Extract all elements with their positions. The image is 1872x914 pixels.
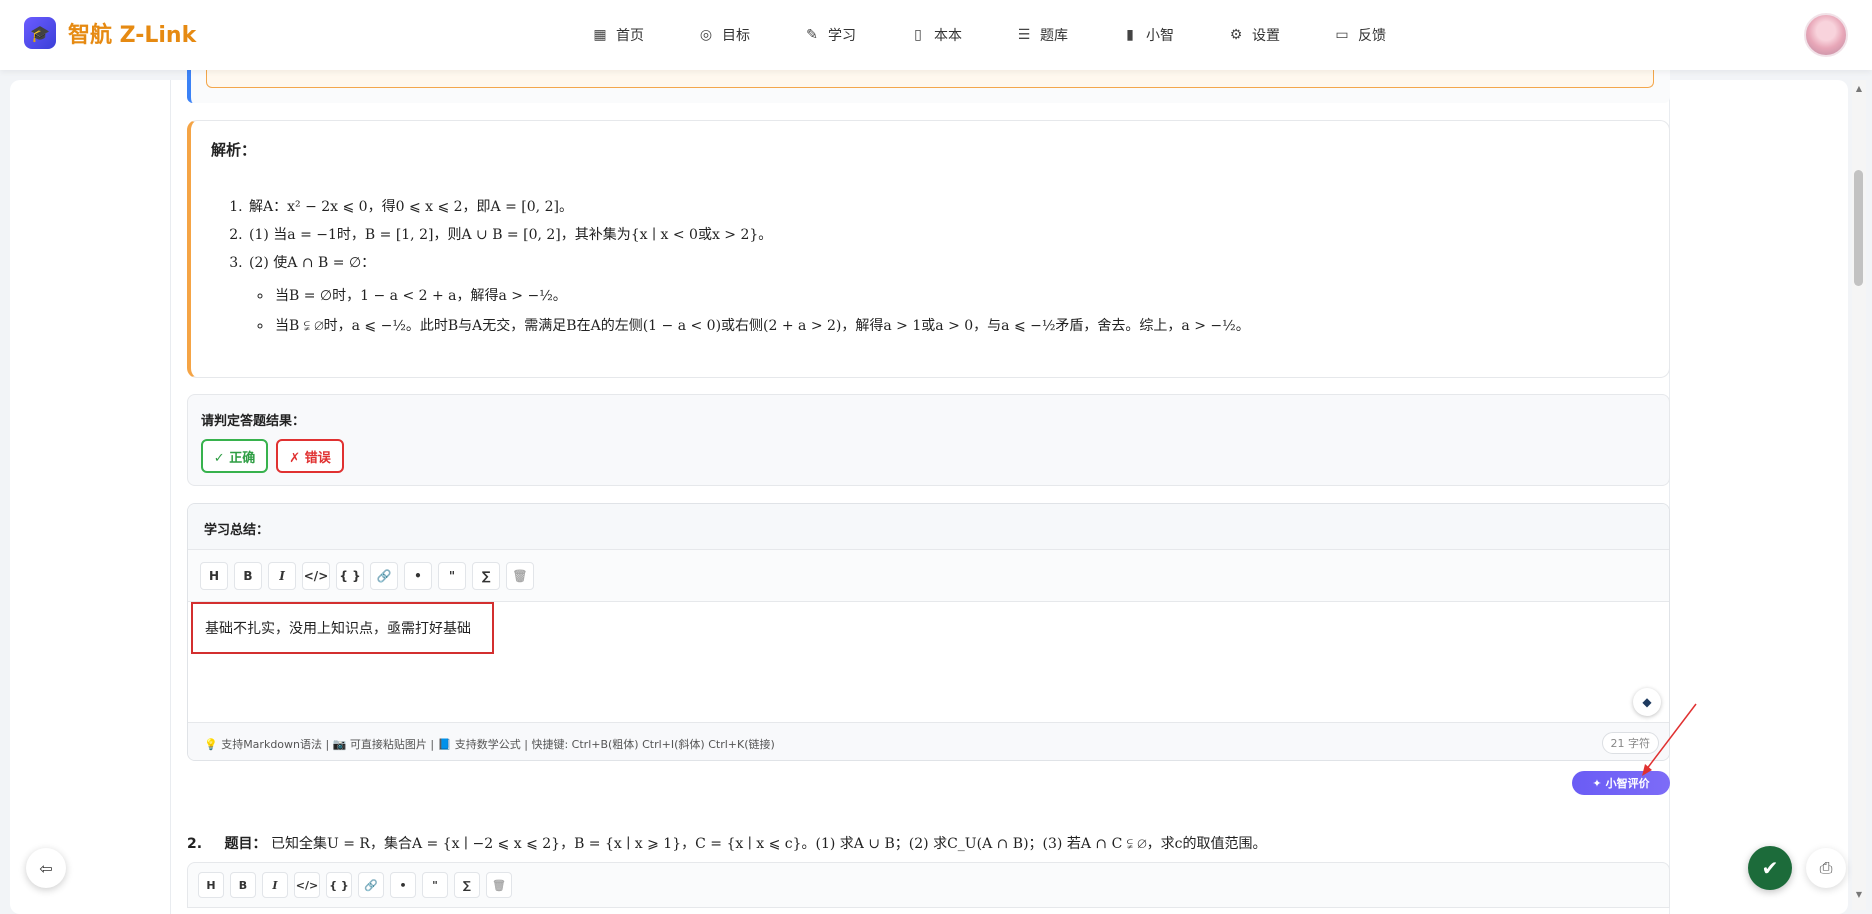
code-block-button[interactable]: { }: [336, 561, 364, 590]
summary-title: 学习总结：: [204, 523, 270, 538]
main-nav: ▦ 首页 ◎ 目标 ✎ 学习 ▯ 本本 ☰ 题库 ▮ 小智 ⚙ 设置 ▭ 反馈: [592, 0, 1440, 70]
formula-button[interactable]: ∑: [454, 872, 480, 898]
previous-answer-box: [206, 70, 1654, 88]
scroll-up-arrow-icon[interactable]: ▲: [1856, 84, 1862, 93]
print-icon[interactable]: ⎙: [1806, 848, 1846, 888]
nav-item-settings[interactable]: ⚙ 设置: [1228, 25, 1280, 45]
analysis-step: 解A：x² − 2x ⩽ 0，得0 ⩽ x ⩽ 2，即A = [0, 2]。: [247, 193, 1627, 221]
edit-icon: ✎: [806, 27, 818, 43]
nav-item-label: 设置: [1252, 28, 1280, 44]
quote-button[interactable]: ": [438, 561, 466, 590]
analysis-step: (2) 使A ∩ B = ∅： 当B = ∅时，1 − a < 2 + a，解得…: [247, 249, 1627, 341]
nav-item-label: 首页: [616, 28, 644, 44]
nav-item-label: 本本: [934, 28, 962, 44]
formula-button[interactable]: ∑: [472, 561, 500, 590]
analysis-substep: 当B = ∅时，1 − a < 2 + a，解得a > −½。: [273, 281, 1627, 311]
top-navbar: 🎓 智航 Z-Link ▦ 首页 ◎ 目标 ✎ 学习 ▯ 本本 ☰ 题库 ▮ 小智 ⚙ 设置 …: [0, 0, 1872, 70]
grid-icon: ▦: [593, 27, 607, 43]
quote-button[interactable]: ": [422, 872, 448, 898]
summary-text[interactable]: 基础不扎实，没用上知识点，亟需打好基础: [191, 602, 494, 654]
nav-item-question-bank[interactable]: ☰ 题库: [1016, 25, 1068, 45]
summary-header: [188, 504, 1669, 550]
analysis-title: 解析：: [211, 141, 257, 159]
italic-button[interactable]: I: [262, 872, 288, 898]
link-icon[interactable]: 🔗: [358, 872, 384, 898]
user-avatar[interactable]: [1804, 13, 1848, 57]
check-icon[interactable]: ✔: [1748, 846, 1792, 890]
nav-item-label: 反馈: [1358, 28, 1386, 44]
book-icon: ▯: [914, 27, 922, 43]
list-icon: ☰: [1017, 27, 1031, 43]
analysis-card: 解析： 解A：x² − 2x ⩽ 0，得0 ⩽ x ⩽ 2，即A = [0, 2…: [187, 120, 1670, 378]
question-label: 题目：: [224, 836, 267, 852]
analysis-substeps: 当B = ∅时，1 − a < 2 + a，解得a > −½。 当B ⫋ ∅时，…: [273, 281, 1627, 341]
nav-item-goals[interactable]: ◎ 目标: [698, 25, 750, 45]
scrollbar-thumb[interactable]: [1854, 170, 1863, 286]
italic-button[interactable]: I: [268, 561, 296, 590]
bar-chart-icon: ▮: [1126, 27, 1134, 43]
editor-footer: 💡 支持Markdown语法 | 📷 可直接粘贴图片 | 📘 支持数学公式 | …: [188, 722, 1669, 760]
code-block-button[interactable]: { }: [326, 872, 352, 898]
bold-button[interactable]: B: [230, 872, 256, 898]
summary-editor[interactable]: 基础不扎实，没用上知识点，亟需打好基础 ◆: [188, 602, 1669, 722]
exit-icon[interactable]: ⇦: [26, 848, 66, 888]
trash-icon[interactable]: 🗑: [506, 561, 534, 590]
editor-toolbar-2: H B I </> { } 🔗 • " ∑ 🗑: [187, 862, 1670, 908]
code-button[interactable]: </>: [294, 872, 320, 898]
code-button[interactable]: </>: [302, 561, 330, 590]
analysis-substep: 当B ⫋ ∅时，a ⩽ −½。此时B与A无交，需满足B在A的左侧(1 − a <…: [273, 311, 1627, 341]
heading-button[interactable]: H: [200, 561, 228, 590]
nav-item-label: 目标: [722, 28, 750, 44]
graduation-cap-icon: 🎓: [24, 17, 56, 49]
nav-item-label: 小智: [1146, 28, 1174, 44]
bold-button[interactable]: B: [234, 561, 262, 590]
editor-toolbar: H B I </> { } 🔗 • " ∑ 🗑: [188, 550, 1669, 602]
nav-item-label: 学习: [828, 28, 856, 44]
nav-item-feedback[interactable]: ▭ 反馈: [1334, 25, 1386, 45]
nav-item-home[interactable]: ▦ 首页: [592, 25, 644, 45]
brand-name: 智航 Z-Link: [68, 23, 197, 48]
question-2: 2. 题目： 已知全集U = R，集合A = {x ∣ −2 ⩽ x ⩽ 2}，…: [187, 833, 1670, 853]
bullet-list-button[interactable]: •: [404, 561, 432, 590]
message-icon: ▭: [1335, 27, 1349, 43]
scroll-down-arrow-icon[interactable]: ▼: [1856, 890, 1862, 899]
question-text: 已知全集U = R，集合A = {x ∣ −2 ⩽ x ⩽ 2}，B = {x …: [270, 836, 1267, 852]
nav-item-label: 题库: [1040, 28, 1068, 44]
nav-item-study[interactable]: ✎ 学习: [804, 25, 856, 45]
annotation-arrow: [1642, 703, 1697, 776]
judge-title: 请判定答题结果：: [201, 414, 306, 429]
nav-item-xiaozhi[interactable]: ▮ 小智: [1122, 25, 1174, 45]
judge-card: 请判定答题结果： ✓ 正确 ✗ 错误: [187, 394, 1670, 486]
wrong-button[interactable]: ✗ 错误: [276, 439, 344, 473]
editor-hint: 💡 支持Markdown语法 | 📷 可直接粘贴图片 | 📘 支持数学公式 | …: [204, 738, 775, 751]
sparkle-icon: ✦: [1592, 776, 1602, 790]
trash-icon[interactable]: 🗑: [486, 872, 512, 898]
gear-icon: ⚙: [1229, 27, 1243, 43]
nav-item-notebook[interactable]: ▯ 本本: [910, 25, 962, 45]
bullet-list-button[interactable]: •: [390, 872, 416, 898]
target-icon: ◎: [699, 27, 713, 43]
question-number: 2.: [187, 836, 203, 852]
analysis-step-text: (2) 使A ∩ B = ∅：: [249, 255, 376, 271]
brand[interactable]: 🎓 智航 Z-Link: [24, 17, 196, 49]
study-summary-card: 学习总结： H B I </> { } 🔗 • " ∑ 🗑 基础不扎实，没用上知…: [187, 503, 1670, 761]
heading-button[interactable]: H: [198, 872, 224, 898]
analysis-steps: 解A：x² − 2x ⩽ 0，得0 ⩽ x ⩽ 2，即A = [0, 2]。 (…: [247, 193, 1627, 341]
correct-button[interactable]: ✓ 正确: [201, 439, 268, 473]
analysis-step: (1) 当a = −1时，B = [1, 2]，则A ∪ B = [0, 2]，…: [247, 221, 1627, 249]
link-icon[interactable]: 🔗: [370, 561, 398, 590]
